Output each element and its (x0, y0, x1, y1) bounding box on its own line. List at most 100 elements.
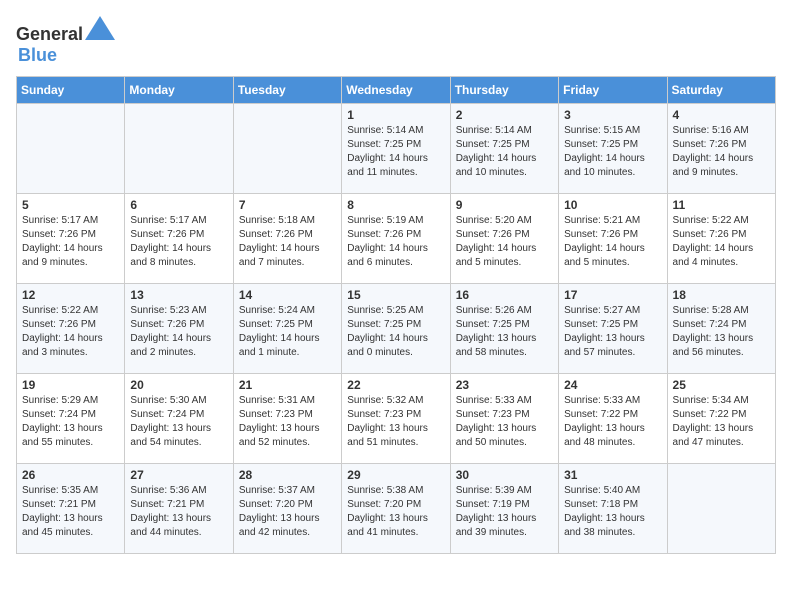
calendar-cell: 25Sunrise: 5:34 AM Sunset: 7:22 PM Dayli… (667, 374, 775, 464)
day-info: Sunrise: 5:15 AM Sunset: 7:25 PM Dayligh… (564, 124, 661, 180)
calendar-cell: 13Sunrise: 5:23 AM Sunset: 7:26 PM Dayli… (125, 284, 233, 374)
day-number: 15 (347, 288, 444, 302)
day-info: Sunrise: 5:35 AM Sunset: 7:21 PM Dayligh… (22, 484, 119, 540)
calendar-cell: 27Sunrise: 5:36 AM Sunset: 7:21 PM Dayli… (125, 464, 233, 554)
logo-general: General (16, 24, 83, 44)
logo-icon (85, 16, 115, 40)
day-number: 27 (130, 468, 227, 482)
day-info: Sunrise: 5:39 AM Sunset: 7:19 PM Dayligh… (456, 484, 553, 540)
day-info: Sunrise: 5:40 AM Sunset: 7:18 PM Dayligh… (564, 484, 661, 540)
day-number: 6 (130, 198, 227, 212)
day-number: 24 (564, 378, 661, 392)
calendar-cell: 14 Sunrise: 5:24 AM Sunset: 7:25 PM Dayli… (233, 284, 341, 374)
day-number: 25 (673, 378, 770, 392)
day-number: 11 (673, 198, 770, 212)
calendar-week-4: 19 Sunrise: 5:29 AM Sunset: 7:24 PM Dayli… (17, 374, 776, 464)
day-number: 12 (22, 288, 119, 302)
day-number: 28 (239, 468, 336, 482)
calendar-cell: 7 Sunrise: 5:18 AM Sunset: 7:26 PM Daylig… (233, 194, 341, 284)
header-cell-friday: Friday (559, 77, 667, 104)
calendar-cell: 12Sunrise: 5:22 AM Sunset: 7:26 PM Dayli… (17, 284, 125, 374)
day-info: Sunrise: 5:14 AM Sunset: 7:25 PM Dayligh… (456, 124, 553, 180)
day-number: 14 (239, 288, 336, 302)
page-header: General Blue (16, 16, 776, 66)
day-number: 23 (456, 378, 553, 392)
calendar-cell: 24 Sunrise: 5:33 AM Sunset: 7:22 PM Dayli… (559, 374, 667, 464)
day-number: 20 (130, 378, 227, 392)
day-info: Sunrise: 5:22 AM Sunset: 7:26 PM Dayligh… (673, 214, 770, 270)
calendar-cell (17, 104, 125, 194)
day-number: 10 (564, 198, 661, 212)
calendar-week-5: 26 Sunrise: 5:35 AM Sunset: 7:21 PM Dayli… (17, 464, 776, 554)
day-info: Sunrise: 5:21 AM Sunset: 7:26 PM Dayligh… (564, 214, 661, 270)
day-number: 19 (22, 378, 119, 392)
day-info: Sunrise: 5:38 AM Sunset: 7:20 PM Dayligh… (347, 484, 444, 540)
header-cell-saturday: Saturday (667, 77, 775, 104)
calendar-cell: 20 Sunrise: 5:30 AM Sunset: 7:24 PM Dayli… (125, 374, 233, 464)
logo-blue: Blue (18, 45, 57, 65)
day-info: Sunrise: 5:14 AM Sunset: 7:25 PM Dayligh… (347, 124, 444, 180)
day-info: Sunrise: 5:27 AM Sunset: 7:25 PM Dayligh… (564, 304, 661, 360)
day-info: Sunrise: 5:16 AM Sunset: 7:26 PM Dayligh… (673, 124, 770, 180)
calendar-cell: 16 Sunrise: 5:26 AM Sunset: 7:25 PM Dayli… (450, 284, 558, 374)
day-number: 16 (456, 288, 553, 302)
header-cell-monday: Monday (125, 77, 233, 104)
calendar-cell: 4 Sunrise: 5:16 AM Sunset: 7:26 PM Daylig… (667, 104, 775, 194)
calendar-cell (233, 104, 341, 194)
day-info: Sunrise: 5:31 AM Sunset: 7:23 PM Dayligh… (239, 394, 336, 450)
day-info: Sunrise: 5:24 AM Sunset: 7:25 PM Dayligh… (239, 304, 336, 360)
day-number: 17 (564, 288, 661, 302)
calendar-cell: 18 Sunrise: 5:28 AM Sunset: 7:24 PM Dayli… (667, 284, 775, 374)
logo: General Blue (16, 16, 115, 66)
day-info: Sunrise: 5:28 AM Sunset: 7:24 PM Dayligh… (673, 304, 770, 360)
day-number: 3 (564, 108, 661, 122)
calendar-cell: 2Sunrise: 5:14 AM Sunset: 7:25 PM Daylig… (450, 104, 558, 194)
day-number: 9 (456, 198, 553, 212)
day-number: 18 (673, 288, 770, 302)
day-number: 5 (22, 198, 119, 212)
day-number: 7 (239, 198, 336, 212)
calendar-cell: 23 Sunrise: 5:33 AM Sunset: 7:23 PM Dayli… (450, 374, 558, 464)
calendar-week-2: 5 Sunrise: 5:17 AM Sunset: 7:26 PM Daylig… (17, 194, 776, 284)
day-info: Sunrise: 5:30 AM Sunset: 7:24 PM Dayligh… (130, 394, 227, 450)
day-info: Sunrise: 5:17 AM Sunset: 7:26 PM Dayligh… (22, 214, 119, 270)
day-number: 13 (130, 288, 227, 302)
day-number: 30 (456, 468, 553, 482)
header-cell-sunday: Sunday (17, 77, 125, 104)
day-info: Sunrise: 5:19 AM Sunset: 7:26 PM Dayligh… (347, 214, 444, 270)
calendar-table: SundayMondayTuesdayWednesdayThursdayFrid… (16, 76, 776, 554)
calendar-cell: 8Sunrise: 5:19 AM Sunset: 7:26 PM Daylig… (342, 194, 450, 284)
day-info: Sunrise: 5:26 AM Sunset: 7:25 PM Dayligh… (456, 304, 553, 360)
calendar-cell (125, 104, 233, 194)
calendar-cell: 26 Sunrise: 5:35 AM Sunset: 7:21 PM Dayli… (17, 464, 125, 554)
day-info: Sunrise: 5:33 AM Sunset: 7:22 PM Dayligh… (564, 394, 661, 450)
calendar-cell: 31Sunrise: 5:40 AM Sunset: 7:18 PM Dayli… (559, 464, 667, 554)
calendar-cell: 6 Sunrise: 5:17 AM Sunset: 7:26 PM Daylig… (125, 194, 233, 284)
day-info: Sunrise: 5:29 AM Sunset: 7:24 PM Dayligh… (22, 394, 119, 450)
calendar-cell: 1 Sunrise: 5:14 AM Sunset: 7:25 PM Daylig… (342, 104, 450, 194)
day-number: 1 (347, 108, 444, 122)
day-number: 4 (673, 108, 770, 122)
calendar-cell: 21 Sunrise: 5:31 AM Sunset: 7:23 PM Dayli… (233, 374, 341, 464)
day-info: Sunrise: 5:25 AM Sunset: 7:25 PM Dayligh… (347, 304, 444, 360)
day-info: Sunrise: 5:20 AM Sunset: 7:26 PM Dayligh… (456, 214, 553, 270)
calendar-cell: 28Sunrise: 5:37 AM Sunset: 7:20 PM Dayli… (233, 464, 341, 554)
calendar-cell (667, 464, 775, 554)
calendar-cell: 15 Sunrise: 5:25 AM Sunset: 7:25 PM Dayli… (342, 284, 450, 374)
header-cell-wednesday: Wednesday (342, 77, 450, 104)
calendar-cell: 9 Sunrise: 5:20 AM Sunset: 7:26 PM Daylig… (450, 194, 558, 284)
day-number: 26 (22, 468, 119, 482)
day-info: Sunrise: 5:18 AM Sunset: 7:26 PM Dayligh… (239, 214, 336, 270)
day-number: 22 (347, 378, 444, 392)
calendar-header: SundayMondayTuesdayWednesdayThursdayFrid… (17, 77, 776, 104)
day-number: 21 (239, 378, 336, 392)
calendar-week-3: 12Sunrise: 5:22 AM Sunset: 7:26 PM Dayli… (17, 284, 776, 374)
day-number: 29 (347, 468, 444, 482)
calendar-cell: 29 Sunrise: 5:38 AM Sunset: 7:20 PM Dayli… (342, 464, 450, 554)
logo-text: General Blue (16, 16, 115, 66)
day-info: Sunrise: 5:17 AM Sunset: 7:26 PM Dayligh… (130, 214, 227, 270)
calendar-cell: 30 Sunrise: 5:39 AM Sunset: 7:19 PM Dayli… (450, 464, 558, 554)
calendar-cell: 17 Sunrise: 5:27 AM Sunset: 7:25 PM Dayli… (559, 284, 667, 374)
day-info: Sunrise: 5:33 AM Sunset: 7:23 PM Dayligh… (456, 394, 553, 450)
header-cell-tuesday: Tuesday (233, 77, 341, 104)
